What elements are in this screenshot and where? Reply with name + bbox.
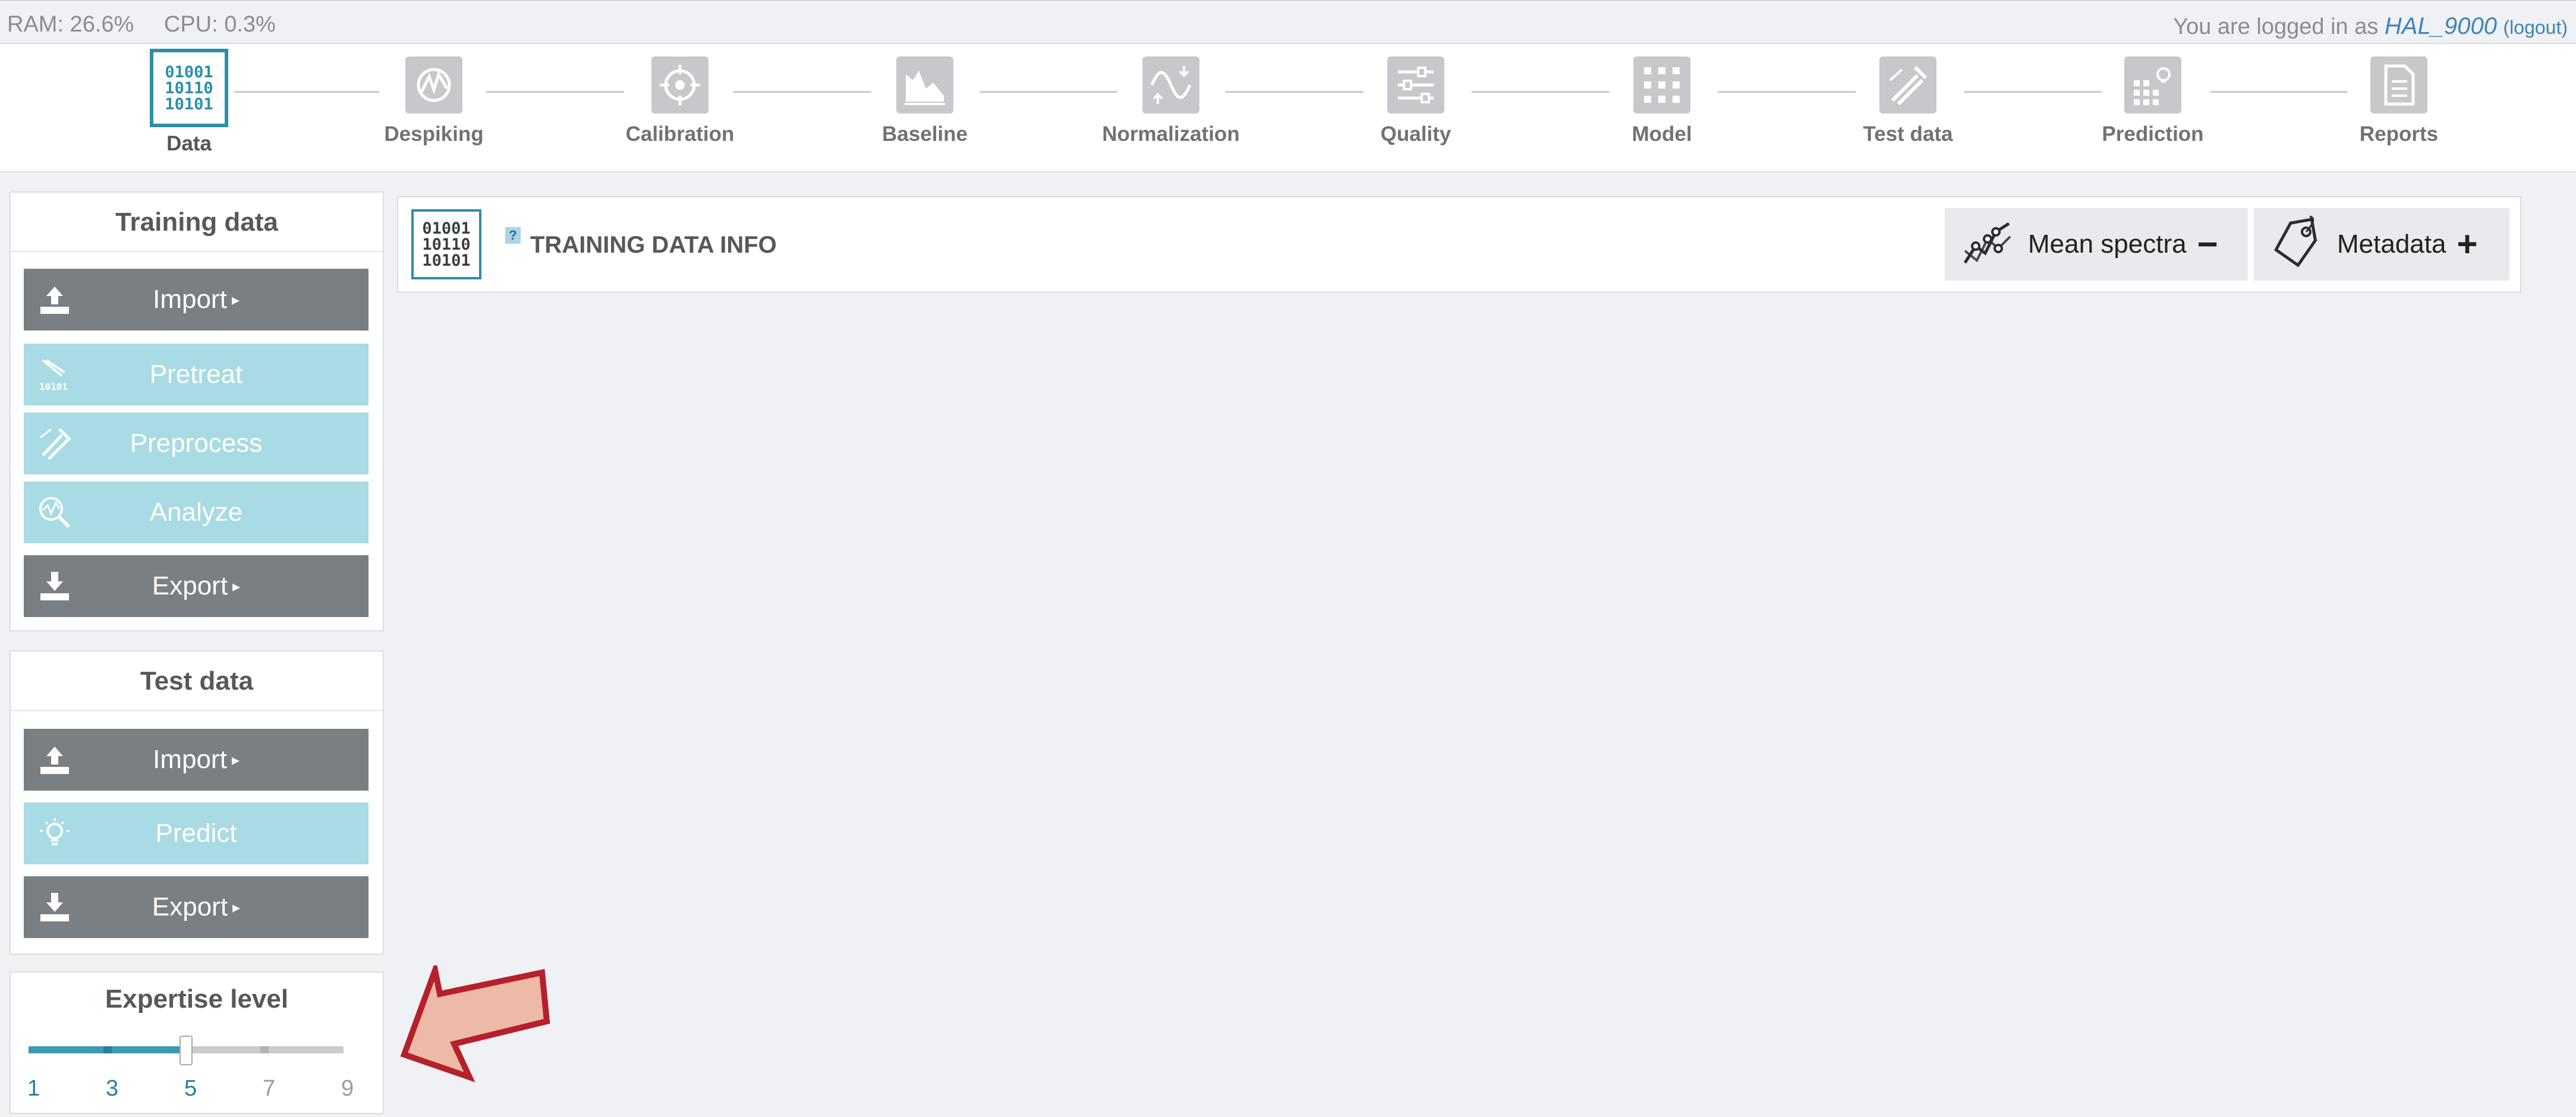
button-label: Export [152,571,228,600]
step-label: Quality [1380,122,1451,146]
annotation-arrow-icon [400,965,550,1083]
step-test-data[interactable]: Test data [1819,52,1997,146]
caret-right-icon: ▸ [231,750,240,769]
step-label: Prediction [2102,122,2204,146]
step-label: Normalization [1102,122,1240,146]
grid-dots-icon [1633,56,1690,114]
slider-tick [103,1046,112,1053]
predict-button[interactable]: Predict [24,803,369,864]
system-stats: RAM: 26.6% CPU: 0.3% [7,12,300,37]
analyze-button[interactable]: Analyze [24,482,369,543]
step-data[interactable]: 01001 10110 10101 Data [100,49,278,156]
test-export-button[interactable]: Export ▸ [24,876,369,938]
button-label: Import [153,745,227,774]
svg-text:10101: 10101 [39,381,68,391]
button-label: Mean spectra [2028,229,2187,259]
sliders-icon [1387,56,1444,114]
pretreat-button[interactable]: 10101 Pretreat [24,344,369,405]
download-icon [40,893,69,921]
test-import-button[interactable]: Import ▸ [24,729,369,791]
step-label: Despiking [384,122,484,146]
despiking-icon [405,56,462,114]
step-label: Model [1632,122,1692,146]
prediction-icon [2124,56,2181,114]
slider-label-5[interactable]: 5 [184,1076,197,1102]
step-label: Reports [2359,122,2439,146]
button-label: Predict [155,819,237,848]
cpu-usage: CPU: 0.3% [163,12,276,37]
button-label: Import [153,285,227,314]
download-icon [40,572,69,600]
binary-glyph: 01001 10110 10101 [165,62,213,114]
button-label: Metadata [2337,229,2446,259]
binary-glyph: 01001 10110 10101 [422,219,471,270]
binary-data-icon: 01001 10110 10101 [411,209,481,279]
caret-right-icon: ▸ [231,290,240,309]
preprocess-icon [40,428,71,460]
binary-data-icon: 01001 10110 10101 [150,49,228,127]
step-prediction[interactable]: Prediction [2064,52,2242,146]
expertise-panel: Expertise level 1 3 5 7 9 [10,971,384,1114]
lightbulb-icon [40,818,70,845]
slider-handle[interactable] [179,1036,193,1065]
minus-icon: − [2197,224,2218,264]
step-normalization[interactable]: Normalization [1082,52,1260,146]
plus-icon: + [2457,224,2478,264]
step-label: Calibration [625,122,735,146]
test-tube-icon [1879,56,1936,114]
panel-title: Test data [11,652,383,711]
help-icon[interactable]: ? [505,227,521,244]
step-baseline[interactable]: Baseline [836,52,1014,146]
button-label: Pretreat [149,360,243,389]
login-info: You are logged in as HAL_9000 (logout) [2173,13,2568,40]
baseline-icon [896,56,953,114]
panel-title: Training data [11,193,383,252]
training-data-panel: Training data Import ▸ 10101 Pretreat Pre… [10,191,384,631]
training-data-info-header: 01001 10110 10101 ? TRAINING DATA INFO M… [397,196,2521,292]
step-calibration[interactable]: Calibration [591,52,769,146]
status-bar: RAM: 26.6% CPU: 0.3% You are logged in a… [0,0,2576,43]
username-link[interactable]: HAL_9000 [2385,13,2497,39]
button-label: Preprocess [130,429,263,458]
logged-in-label: You are logged in as [2173,14,2385,39]
slider-label-1[interactable]: 1 [27,1076,40,1102]
section-title: TRAINING DATA INFO [530,232,777,258]
tag-icon [2273,215,2317,268]
metadata-toggle[interactable]: Metadata + [2254,208,2509,281]
crosshair-icon [651,56,708,114]
analyze-icon [39,497,71,528]
button-label: Export [152,892,228,921]
test-data-panel: Test data Import ▸ Predict Export ▸ [10,650,384,955]
slider-label-7[interactable]: 7 [263,1076,275,1102]
step-model[interactable]: Model [1573,52,1751,146]
step-despiking[interactable]: Despiking [345,52,523,146]
slider-label-9[interactable]: 9 [341,1076,354,1102]
spectra-icon [1963,222,2011,264]
preprocess-button[interactable]: Preprocess [24,413,369,474]
upload-icon [40,287,69,314]
step-reports[interactable]: Reports [2310,52,2488,146]
logout-link[interactable]: (logout) [2503,17,2568,38]
caret-right-icon: ▸ [232,898,241,916]
step-label: Data [166,132,212,155]
step-quality[interactable]: Quality [1327,52,1505,146]
normalization-icon [1142,56,1199,114]
button-label: Analyze [149,498,243,527]
training-import-button[interactable]: Import ▸ [24,269,369,331]
slider-label-3[interactable]: 3 [106,1076,118,1102]
step-label: Test data [1863,122,1953,146]
step-label: Baseline [882,122,968,146]
upload-icon [40,747,69,774]
caret-right-icon: ▸ [232,577,241,595]
mean-spectra-toggle[interactable]: Mean spectra − [1945,208,2248,281]
panel-title: Expertise level [105,984,289,1014]
document-icon [2370,56,2427,114]
training-export-button[interactable]: Export ▸ [24,555,369,617]
slider-tick [260,1046,269,1053]
workflow-stepper: 01001 10110 10101 Data Despiking Calibra… [0,43,2576,172]
ram-usage: RAM: 26.6% [7,12,134,37]
pretreat-icon: 10101 [39,359,68,391]
